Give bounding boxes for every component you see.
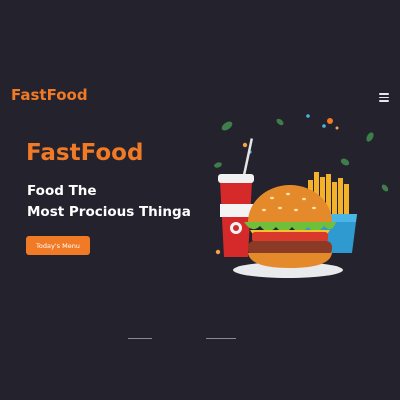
burger-fries-soda-illustration	[214, 114, 389, 278]
todays-menu-button[interactable]: Today's Menu	[26, 236, 90, 255]
footer-divider-left	[128, 338, 152, 339]
hero-subtitle: Food The Most Procious Thinga	[27, 181, 217, 223]
hamburger-menu-icon[interactable]	[379, 93, 389, 102]
hero-subtitle-line-1: Food The	[27, 183, 97, 199]
hero-subtitle-line-2: Most Procious Thinga	[27, 204, 191, 220]
footer-divider-right	[206, 338, 236, 339]
hero-title: FastFood	[26, 140, 144, 166]
brand-logo[interactable]: FastFood	[11, 86, 88, 104]
